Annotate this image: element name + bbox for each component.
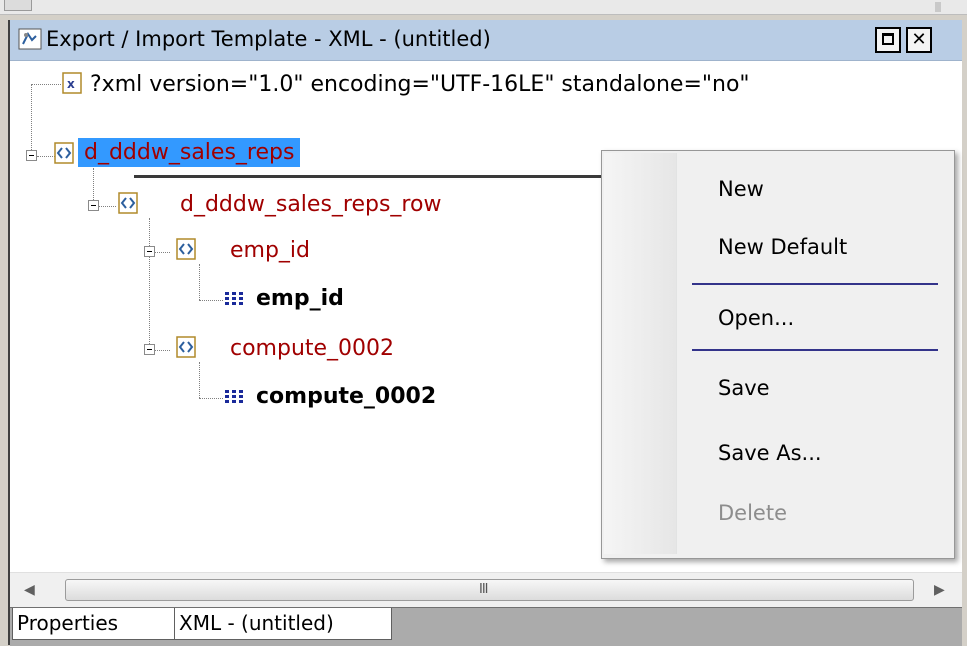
context-menu: New New Default Open... Save Save As... … xyxy=(601,150,955,559)
xml-declaration-icon: x xyxy=(62,72,82,94)
menu-item-open[interactable]: Open... xyxy=(718,306,794,330)
element-icon xyxy=(176,238,196,260)
menu-item-save-as[interactable]: Save As... xyxy=(718,441,822,465)
column-icon xyxy=(225,390,243,403)
horizontal-scrollbar[interactable]: ◀ III ▶ xyxy=(10,572,962,607)
root-element-label: d_dddw_sales_reps xyxy=(78,138,301,167)
menu-separator xyxy=(692,283,938,285)
collapse-toggle[interactable] xyxy=(26,150,37,161)
tree-item-xml-declaration[interactable]: x ?xml version="1.0" encoding="UTF-16LE"… xyxy=(10,70,960,100)
top-strip-edge xyxy=(935,2,941,12)
xml-declaration-label: ?xml version="1.0" encoding="UTF-16LE" s… xyxy=(90,72,750,97)
emp-id-column-label: emp_id xyxy=(256,286,344,311)
title-bar[interactable]: Export / Import Template - XML - (untitl… xyxy=(10,20,962,61)
collapse-toggle[interactable] xyxy=(144,246,155,257)
tree-item-emp-id[interactable]: emp_id xyxy=(10,236,410,266)
svg-text:x: x xyxy=(67,77,75,91)
scrollbar-thumb[interactable]: III xyxy=(65,579,914,601)
drop-indicator xyxy=(134,175,614,178)
collapse-toggle[interactable] xyxy=(88,200,99,211)
menu-item-save[interactable]: Save xyxy=(718,376,770,400)
close-button[interactable]: ✕ xyxy=(906,27,932,53)
tree-item-root[interactable]: d_dddw_sales_reps xyxy=(10,138,410,170)
tab-xml-untitled[interactable]: XML - (untitled) xyxy=(174,608,392,640)
compute-element-label: compute_0002 xyxy=(230,336,395,361)
template-icon xyxy=(18,28,42,50)
scroll-right-arrow-icon[interactable]: ▶ xyxy=(934,582,945,598)
menu-item-delete: Delete xyxy=(718,501,787,525)
menu-item-new-default[interactable]: New Default xyxy=(718,235,847,259)
collapse-toggle[interactable] xyxy=(144,344,155,355)
column-icon xyxy=(225,292,243,305)
template-window: Export / Import Template - XML - (untitl… xyxy=(8,20,962,646)
compute-column-label: compute_0002 xyxy=(256,384,437,409)
top-strip-button[interactable] xyxy=(4,0,32,11)
element-icon xyxy=(176,336,196,358)
row-element-label: d_dddw_sales_reps_row xyxy=(180,192,442,217)
tree-item-compute-0002-column[interactable]: compute_0002 xyxy=(10,382,570,412)
tab-properties[interactable]: Properties xyxy=(12,608,182,640)
scroll-left-arrow-icon[interactable]: ◀ xyxy=(24,582,35,598)
top-strip xyxy=(0,0,967,15)
scrollbar-grip-icon: III xyxy=(479,582,488,597)
tab-strip: Properties XML - (untitled) xyxy=(10,607,962,646)
element-icon xyxy=(54,142,74,164)
tree-item-emp-id-column[interactable]: emp_id xyxy=(10,284,410,314)
emp-id-element-label: emp_id xyxy=(230,238,311,263)
menu-separator xyxy=(692,349,938,351)
menu-gutter xyxy=(604,153,677,554)
element-icon xyxy=(118,192,138,214)
tree-item-compute-0002[interactable]: compute_0002 xyxy=(10,334,510,364)
menu-item-new[interactable]: New xyxy=(718,177,764,201)
maximize-button[interactable] xyxy=(875,27,901,53)
window-title: Export / Import Template - XML - (untitl… xyxy=(46,27,491,51)
tree-item-row-element[interactable]: d_dddw_sales_reps_row xyxy=(10,190,570,220)
